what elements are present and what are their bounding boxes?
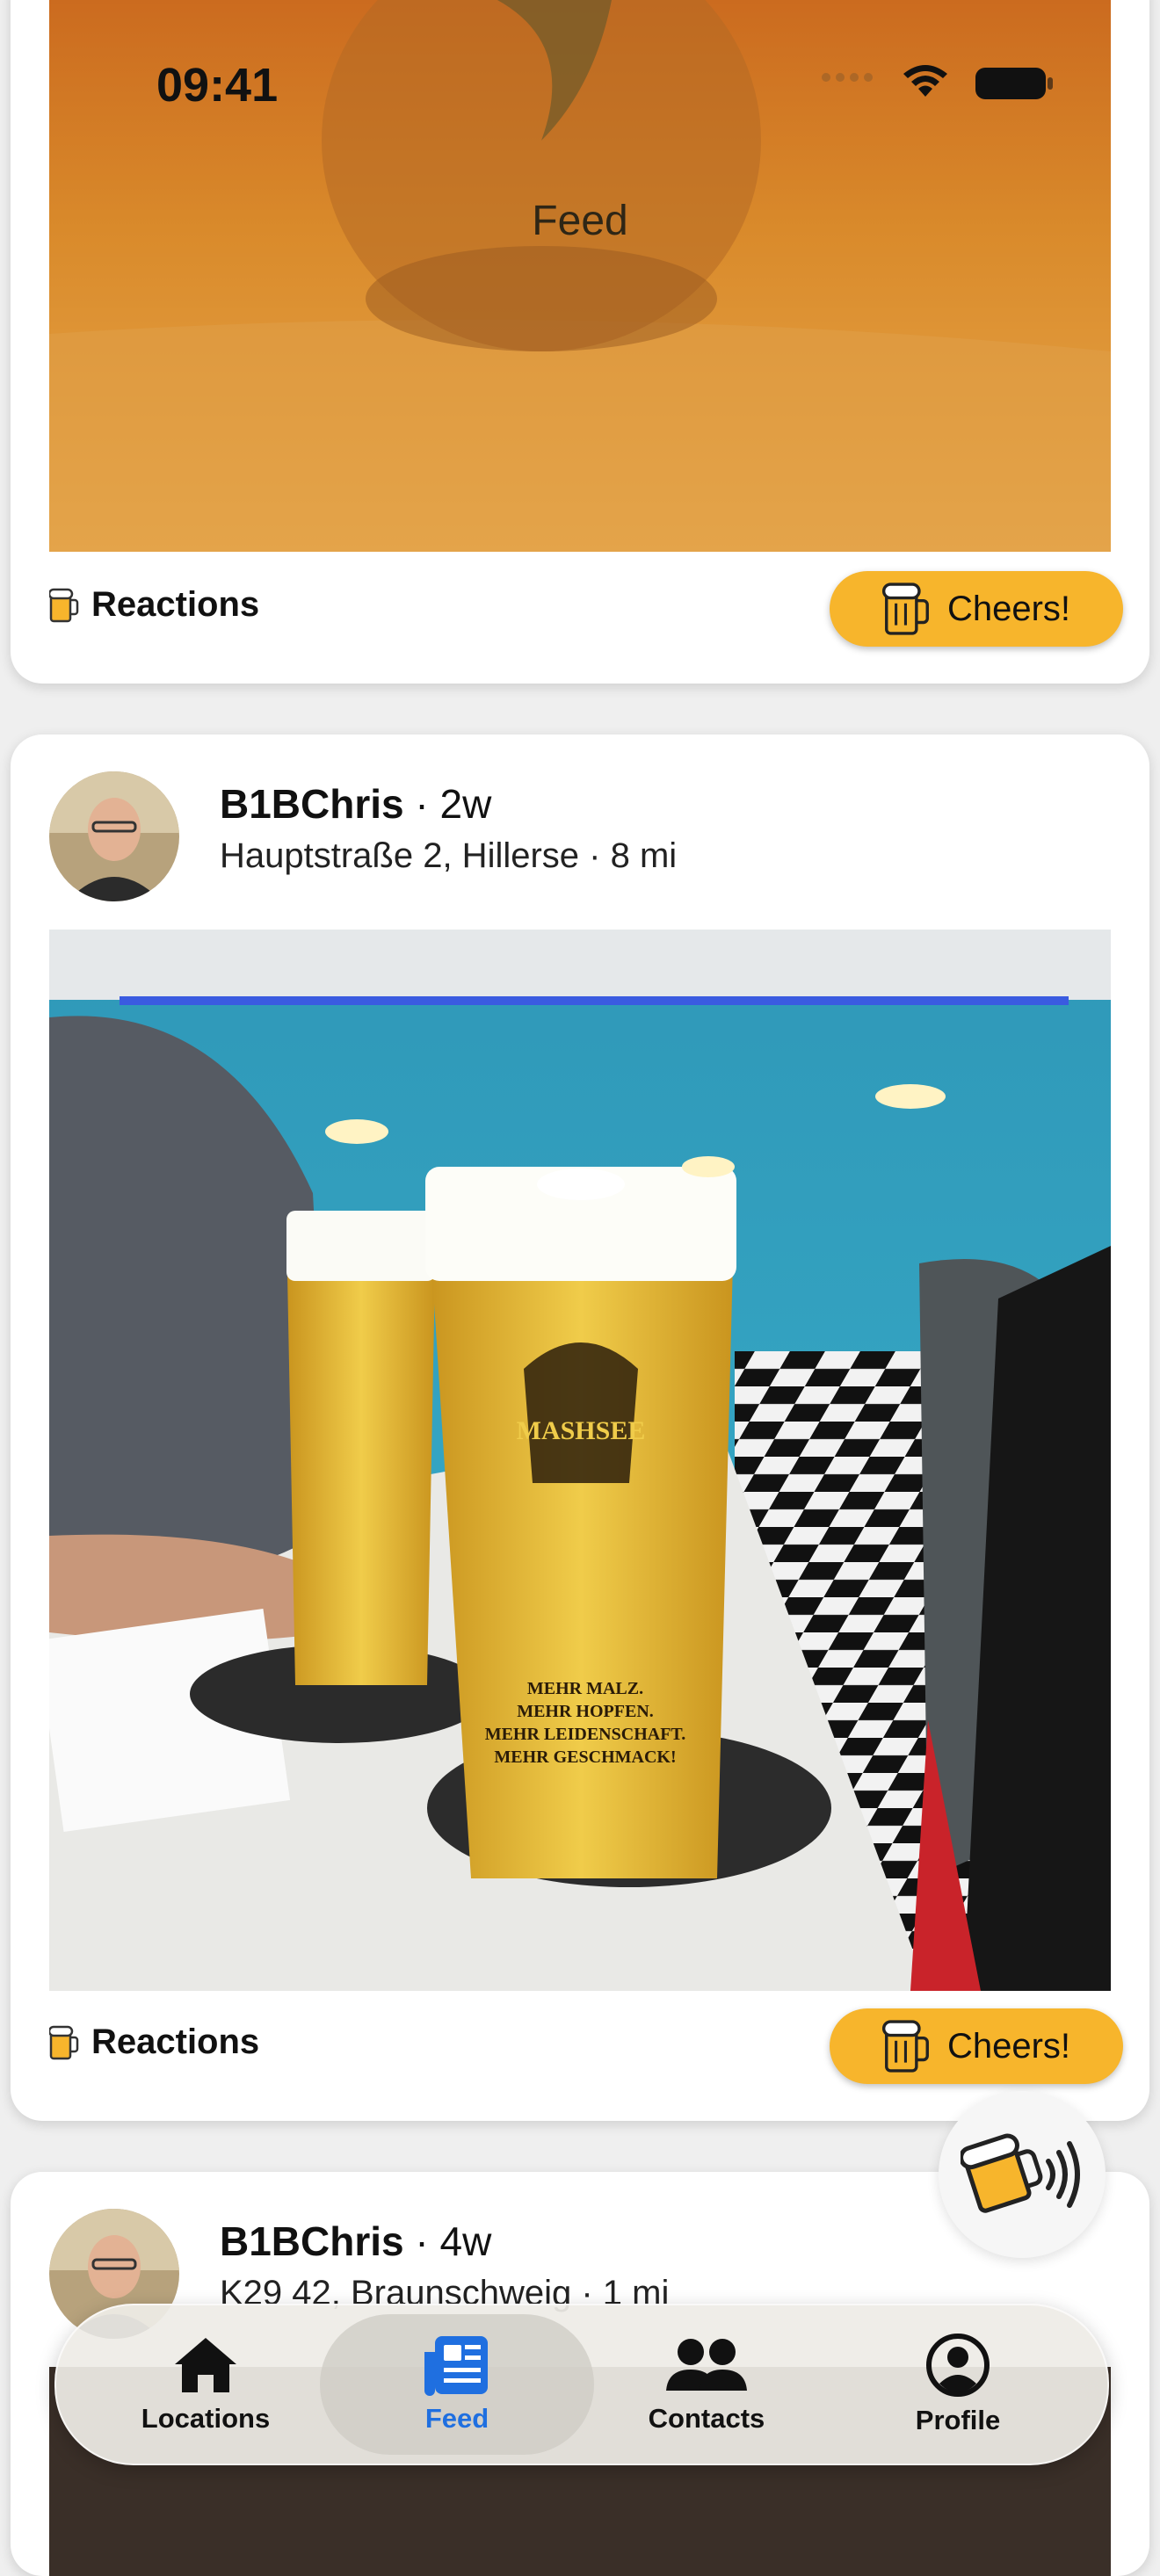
glass-slogan-line: MEHR HOPFEN.	[517, 1702, 654, 1721]
time-ago: · 4w	[415, 2218, 492, 2264]
page-title: Feed	[532, 198, 628, 244]
reactions-label[interactable]: Reactions	[49, 585, 259, 625]
people-icon	[666, 2339, 747, 2391]
reactions-text: Reactions	[91, 585, 260, 624]
cheers-label: Cheers!	[946, 589, 1071, 628]
avatar[interactable]	[49, 771, 179, 901]
tab-label: Feed	[424, 2403, 489, 2434]
tab-label: Locations	[141, 2403, 271, 2434]
glass-brand: MASHSEE	[517, 1416, 646, 1445]
beer-glasses-photo: MASHSEE MEHR MALZ. MEHR HOPFEN. MEHR LEI…	[49, 930, 1111, 1991]
beer-mug-wave-icon	[961, 2133, 1080, 2213]
tab-bar: Locations Feed Contacts Profile	[54, 2304, 1109, 2465]
tab-label: Profile	[915, 2405, 1001, 2435]
post-author: B1BChris · 4w	[220, 2218, 491, 2265]
person-circle-icon	[926, 2334, 990, 2397]
newspaper-icon	[424, 2336, 488, 2396]
battery-icon	[975, 68, 1053, 99]
nfc-cheers-button[interactable]	[939, 2091, 1106, 2258]
signal-dots-icon	[822, 73, 873, 82]
cheers-button[interactable]: Cheers!	[830, 571, 1123, 647]
beer-mug-icon	[49, 588, 79, 622]
tab-locations[interactable]: Locations	[83, 2305, 329, 2464]
post-photo[interactable]: MASHSEE MEHR MALZ. MEHR HOPFEN. MEHR LEI…	[49, 930, 1111, 1991]
tab-profile[interactable]: Profile	[835, 2305, 1081, 2464]
tab-label: Contacts	[648, 2403, 765, 2434]
cheers-button[interactable]: Cheers!	[830, 2008, 1123, 2084]
beer-mug-icon	[881, 2020, 929, 2073]
cheers-label: Cheers!	[946, 2026, 1071, 2066]
glass-slogan-line: MEHR GESCHMACK!	[494, 1747, 676, 1767]
reactions-text: Reactions	[91, 2022, 260, 2061]
user-photo	[49, 771, 179, 901]
time-ago: · 2w	[415, 781, 492, 827]
reactions-label[interactable]: Reactions	[49, 2022, 259, 2062]
status-time: 09:41	[156, 59, 279, 112]
wifi-icon	[903, 65, 947, 97]
beer-mug-icon	[49, 2025, 79, 2059]
tab-feed[interactable]: Feed	[334, 2305, 580, 2464]
house-icon	[175, 2338, 236, 2392]
username[interactable]: B1BChris	[220, 2218, 404, 2264]
glass-slogan-line: MEHR MALZ.	[527, 1679, 643, 1698]
post-location[interactable]: Hauptstraße 2, Hillerse · 8 mi	[220, 836, 677, 876]
post-card: B1BChris · 2w Hauptstraße 2, Hillerse · …	[11, 734, 1149, 2121]
beer-mug-icon	[881, 582, 929, 635]
tab-contacts[interactable]: Contacts	[584, 2305, 830, 2464]
glass-slogan-line: MEHR LEIDENSCHAFT.	[485, 1725, 686, 1744]
post-author: B1BChris · 2w	[220, 780, 491, 828]
username[interactable]: B1BChris	[220, 781, 404, 827]
